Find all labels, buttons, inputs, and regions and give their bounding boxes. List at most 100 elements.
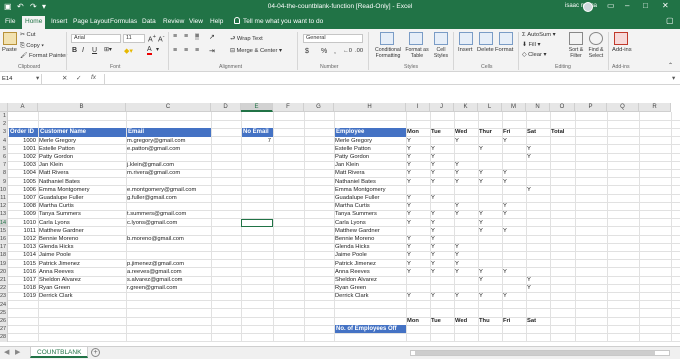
column-header-n[interactable]: N [526,103,550,112]
row-header[interactable]: 5 [0,144,8,153]
column-header-c[interactable]: C [126,103,211,112]
schedule-mark-cell[interactable] [527,251,550,259]
header-day[interactable]: Tue [431,128,454,136]
header-customer-name[interactable]: Customer Name [39,128,126,137]
schedule-mark-cell[interactable]: Y [407,137,430,145]
tab-view[interactable]: View [186,16,206,27]
header-day[interactable]: Wed [455,128,478,136]
schedule-mark-cell[interactable] [503,243,526,251]
tab-home[interactable]: Home [22,16,46,29]
column-header-g[interactable]: G [304,103,334,112]
schedule-mark-cell[interactable]: Y [407,260,430,268]
schedule-mark-cell[interactable]: Y [431,153,454,161]
footer-day-label[interactable]: Mon [407,317,430,325]
find-select-button[interactable]: Find & Select [585,47,607,59]
employee-name-cell[interactable]: Merle Gregory [335,137,406,145]
schedule-mark-cell[interactable] [503,186,526,194]
schedule-mark-cell[interactable] [527,161,550,169]
align-middle-icon[interactable]: ≡ [184,33,188,40]
customer-name-cell[interactable]: Patty Gordon [39,153,126,161]
conditional-formatting-button[interactable]: Conditional Formatting [371,47,405,59]
email-cell[interactable]: e.montgomery@gmail.com [127,186,211,194]
email-cell[interactable] [127,251,211,259]
email-cell[interactable]: a.reeves@gmail.com [127,268,211,276]
schedule-mark-cell[interactable] [431,202,454,210]
schedule-mark-cell[interactable]: Y [431,219,454,227]
schedule-mark-cell[interactable] [479,186,502,194]
schedule-mark-cell[interactable] [431,276,454,284]
schedule-mark-cell[interactable]: Y [407,235,430,243]
email-cell[interactable]: m.rivera@gmail.com [127,169,211,177]
schedule-mark-cell[interactable]: Y [407,219,430,227]
schedule-mark-cell[interactable]: Y [431,210,454,218]
schedule-mark-cell[interactable]: Y [455,161,478,169]
tab-insert[interactable]: Insert [48,16,70,27]
schedule-mark-cell[interactable] [479,137,502,145]
schedule-mark-cell[interactable] [527,169,550,177]
tell-me-search[interactable]: Tell me what you want to do [234,16,323,27]
row-header[interactable]: 21 [0,276,8,285]
format-as-table-button[interactable]: Format as Table [403,47,431,59]
schedule-mark-cell[interactable] [455,186,478,194]
schedule-mark-cell[interactable] [479,243,502,251]
order-id-cell[interactable]: 1004 [9,169,38,177]
order-id-cell[interactable]: 1015 [9,260,38,268]
customer-name-cell[interactable]: Emma Montgomery [39,186,126,194]
minimize-icon[interactable]: – [625,1,629,10]
schedule-mark-cell[interactable]: Y [503,178,526,186]
schedule-mark-cell[interactable]: Y [431,161,454,169]
email-cell[interactable] [127,202,211,210]
underline-button[interactable]: U [92,47,97,54]
order-id-cell[interactable]: 1002 [9,153,38,161]
employee-name-cell[interactable]: Emma Montgomery [335,186,406,194]
column-header-j[interactable]: J [430,103,454,112]
schedule-mark-cell[interactable] [527,227,550,235]
employee-name-cell[interactable]: Anna Reeves [335,268,406,276]
row-header[interactable]: 2 [0,120,8,129]
schedule-mark-cell[interactable] [527,235,550,243]
schedule-mark-cell[interactable]: Y [503,202,526,210]
schedule-mark-cell[interactable]: Y [431,260,454,268]
header-no-email[interactable]: No Email [242,128,273,137]
email-cell[interactable] [127,292,211,300]
cell-styles-icon[interactable] [434,32,448,45]
footer-day-label[interactable]: Wed [455,317,478,325]
schedule-mark-cell[interactable] [527,260,550,268]
employee-name-cell[interactable]: Bennie Moreno [335,235,406,243]
order-id-cell[interactable]: 1000 [9,137,38,145]
schedule-mark-cell[interactable]: Y [407,210,430,218]
schedule-mark-cell[interactable]: Y [479,145,502,153]
format-cells-button[interactable]: Format [495,47,513,53]
sheet-scroll-left-icon[interactable]: ◀ [4,348,9,356]
schedule-mark-cell[interactable] [455,145,478,153]
copy-button[interactable]: ⎘ Copy ▾ [20,43,44,50]
schedule-mark-cell[interactable] [431,284,454,292]
new-sheet-button[interactable]: + [91,348,100,357]
schedule-mark-cell[interactable]: Y [431,194,454,202]
ribbon-display-options-icon[interactable]: ▭ [607,1,615,10]
conditional-formatting-icon[interactable] [380,32,394,45]
header-total[interactable]: Total [551,128,575,136]
customer-name-cell[interactable]: Nathaniel Bates [39,178,126,186]
schedule-mark-cell[interactable] [503,194,526,202]
customer-name-cell[interactable]: Derrick Clark [39,292,126,300]
header-day[interactable]: Mon [407,128,430,136]
schedule-mark-cell[interactable]: Y [407,202,430,210]
schedule-mark-cell[interactable]: Y [479,178,502,186]
schedule-mark-cell[interactable]: Y [479,210,502,218]
footer-day-label[interactable]: Tue [431,317,454,325]
schedule-mark-cell[interactable]: Y [527,284,550,292]
column-header-h[interactable]: H [334,103,406,112]
row-header[interactable]: 17 [0,243,8,252]
order-id-cell[interactable]: 1008 [9,202,38,210]
schedule-mark-cell[interactable]: Y [455,178,478,186]
comments-icon[interactable]: ▢ [666,16,674,25]
schedule-mark-cell[interactable]: Y [455,210,478,218]
currency-button[interactable]: $ [305,48,309,55]
schedule-mark-cell[interactable] [503,284,526,292]
schedule-mark-cell[interactable]: Y [407,292,430,300]
column-header-o[interactable]: O [550,103,575,112]
delete-cells-button[interactable]: Delete [477,47,494,53]
schedule-mark-cell[interactable] [527,210,550,218]
italic-button[interactable]: I [82,47,84,54]
